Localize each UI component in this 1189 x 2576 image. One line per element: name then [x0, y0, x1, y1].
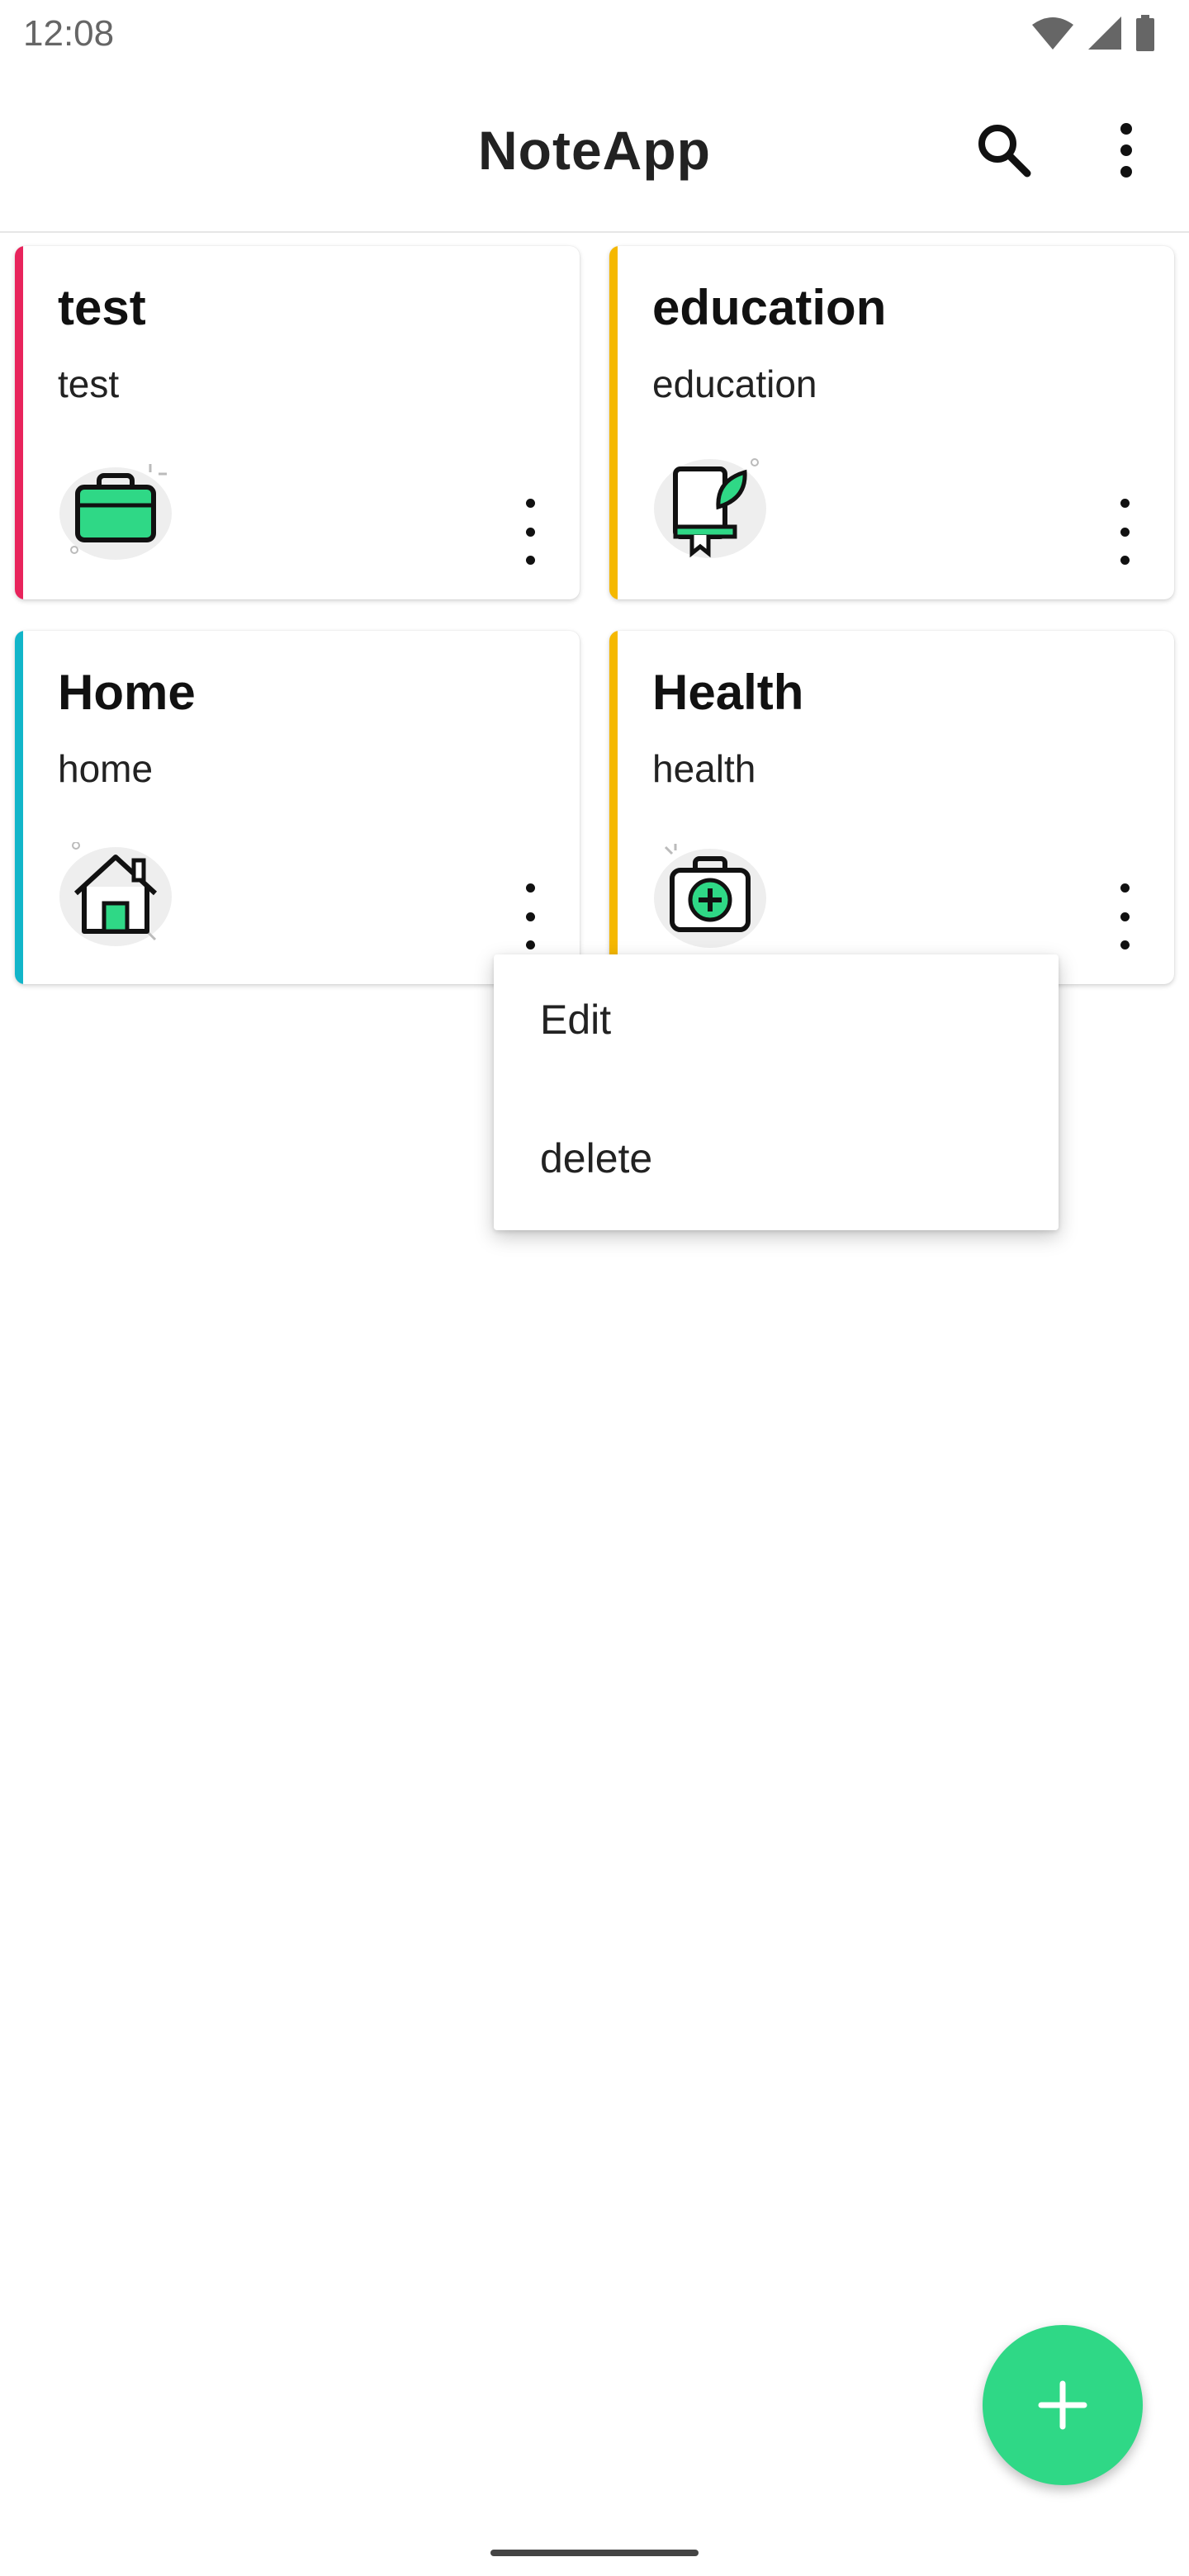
- note-description: education: [652, 362, 817, 405]
- menu-dot: [1120, 527, 1130, 537]
- note-menu-button[interactable]: [514, 883, 547, 949]
- more-vert-icon: [1120, 123, 1132, 178]
- card-color-stripe: [15, 631, 23, 984]
- note-title: Health: [652, 665, 804, 720]
- house-icon: [59, 842, 172, 946]
- wifi-icon: [1032, 17, 1073, 50]
- note-description: test: [58, 362, 120, 405]
- gesture-nav-handle[interactable]: [490, 2550, 699, 2556]
- card-color-stripe: [609, 631, 618, 984]
- note-description: health: [652, 747, 756, 790]
- medical-kit-icon: [654, 844, 766, 948]
- overflow-menu-button[interactable]: [1087, 111, 1166, 190]
- menu-dot: [1120, 499, 1130, 508]
- note-card[interactable]: test test: [15, 246, 580, 599]
- plus-icon: [1038, 2380, 1087, 2430]
- briefcase-icon: [59, 464, 172, 560]
- app-bar: NoteApp: [0, 69, 1189, 233]
- cell-signal-icon: [1088, 17, 1121, 50]
- card-color-stripe: [15, 246, 23, 599]
- menu-dot: [1120, 912, 1130, 921]
- note-options-menu: Edit delete: [494, 954, 1059, 1230]
- status-time: 12:08: [23, 13, 115, 54]
- card-color-stripe: [609, 246, 618, 599]
- status-bar: 12:08: [0, 0, 1189, 69]
- search-button[interactable]: [964, 111, 1044, 190]
- note-card[interactable]: Home home: [15, 631, 580, 984]
- menu-dot: [525, 527, 535, 537]
- menu-dot: [525, 883, 535, 893]
- menu-dot: [1120, 940, 1130, 949]
- add-note-button[interactable]: [983, 2325, 1143, 2485]
- note-title: Home: [58, 665, 196, 720]
- note-title: education: [652, 280, 887, 335]
- note-menu-button[interactable]: [514, 499, 547, 565]
- battery-icon: [1136, 15, 1154, 51]
- note-description: home: [58, 747, 154, 790]
- menu-item-edit[interactable]: Edit: [540, 996, 611, 1044]
- menu-dot: [1120, 883, 1130, 893]
- menu-dot: [1120, 556, 1130, 565]
- book-leaf-icon: [654, 458, 766, 558]
- menu-dot: [525, 940, 535, 949]
- menu-dot: [525, 912, 535, 921]
- note-menu-button[interactable]: [1108, 883, 1141, 949]
- menu-dot: [525, 499, 535, 508]
- menu-dot: [525, 556, 535, 565]
- status-icons: [1030, 15, 1156, 51]
- note-card[interactable]: education education: [609, 246, 1174, 599]
- menu-item-delete[interactable]: delete: [540, 1134, 652, 1182]
- note-menu-button[interactable]: [1108, 499, 1141, 565]
- note-title: test: [58, 280, 146, 335]
- note-card[interactable]: Health health: [609, 631, 1174, 984]
- search-icon: [978, 125, 1031, 178]
